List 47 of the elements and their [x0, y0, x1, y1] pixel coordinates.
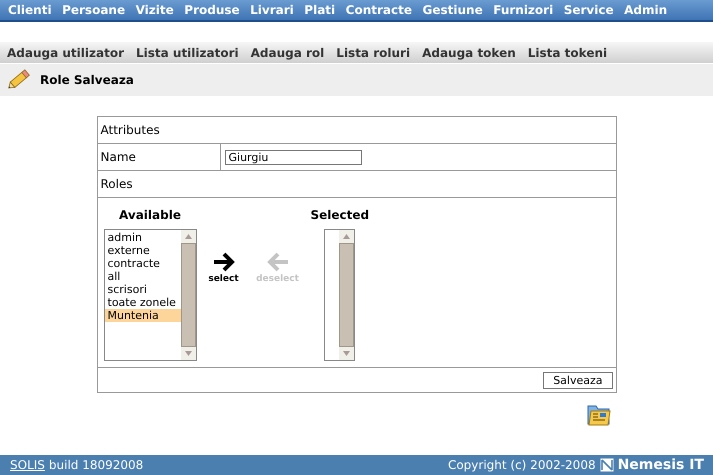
sub-menu-item[interactable]: Adauga token: [422, 46, 516, 60]
sub-menu-item[interactable]: Lista roluri: [336, 46, 410, 60]
list-option[interactable]: Muntenia: [104, 309, 180, 322]
list-option[interactable]: admin: [104, 231, 180, 244]
scroll-up-icon[interactable]: [184, 234, 192, 239]
scrollbar[interactable]: [180, 230, 196, 360]
scroll-down-icon[interactable]: [184, 351, 192, 356]
menu-item[interactable]: Vizite: [136, 3, 174, 17]
list-option[interactable]: toate zonele: [104, 296, 180, 309]
sub-menu-item[interactable]: Lista utilizatori: [136, 46, 239, 60]
sub-menu-item[interactable]: Lista tokeni: [528, 46, 608, 60]
list-option[interactable]: contracte: [104, 257, 180, 270]
brand-name: Nemesis IT: [618, 457, 704, 473]
menu-item[interactable]: Service: [564, 3, 614, 17]
menu-item[interactable]: Admin: [624, 3, 668, 17]
menu-item[interactable]: Livrari: [250, 3, 294, 17]
menu-item[interactable]: Persoane: [62, 3, 126, 17]
copyright-text: Copyright (c) 2002-2008: [448, 458, 596, 472]
list-option[interactable]: externe: [104, 244, 180, 257]
list-heading: Available: [119, 208, 181, 222]
logo-icon: [600, 458, 614, 472]
name-field[interactable]: Giurgiu: [224, 150, 362, 164]
scroll-down-icon[interactable]: [343, 351, 350, 356]
field-label: Name: [100, 150, 136, 164]
scrollbar[interactable]: [339, 230, 354, 360]
build-text: build 18092008: [48, 458, 144, 472]
scroll-up-icon[interactable]: [343, 234, 350, 239]
selected-list[interactable]: [324, 229, 356, 361]
save-button[interactable]: Salveaza: [543, 372, 612, 388]
solis-link[interactable]: SOLIS: [10, 458, 45, 472]
left-arrow-icon: [264, 250, 290, 274]
menu-item[interactable]: Clienti: [8, 3, 52, 17]
menu-item[interactable]: Produse: [184, 3, 240, 17]
menu-item[interactable]: Plati: [304, 3, 336, 17]
menu-item[interactable]: Gestiune: [422, 3, 483, 17]
sub-menu-item[interactable]: Adauga utilizator: [7, 46, 124, 60]
menu-item[interactable]: Furnizori: [493, 3, 554, 17]
list-option[interactable]: all: [104, 270, 180, 283]
select-button[interactable]: select: [196, 250, 250, 284]
sub-menu-item[interactable]: Adauga rol: [250, 46, 324, 60]
section-title: Attributes: [100, 123, 160, 137]
page-title: Role Salveaza: [40, 73, 134, 87]
list-heading: Selected: [310, 208, 370, 222]
menu-item[interactable]: Contracte: [346, 3, 412, 17]
section-title: Roles: [100, 177, 133, 191]
list-option[interactable]: scrisori: [104, 283, 180, 296]
available-list[interactable]: admin externe contracte all scrisori toate zonele Muntenia: [104, 229, 196, 361]
